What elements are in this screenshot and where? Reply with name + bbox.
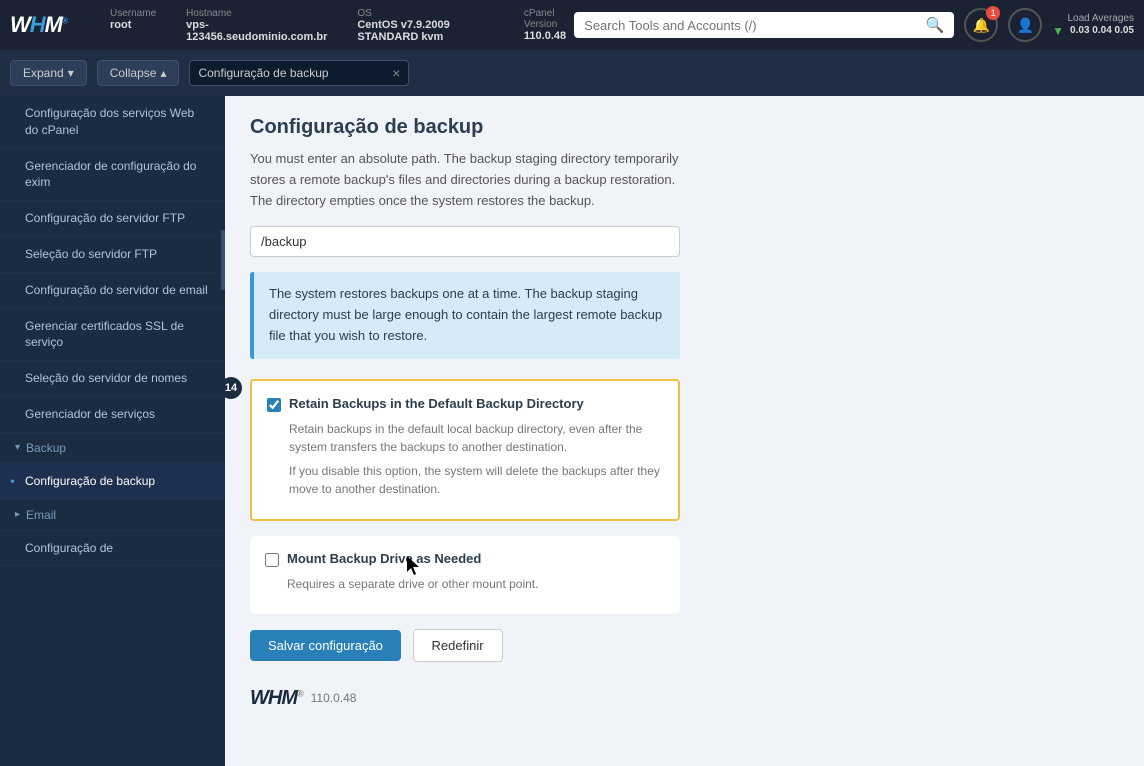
load-arrow-icon: ▼ [1052,24,1064,38]
sidebar-search-filter[interactable]: × [189,60,409,86]
load-label: Load Averages [1067,13,1134,24]
search-input[interactable] [584,18,919,33]
backup-path-input[interactable] [250,226,680,257]
mount-backup-section: Mount Backup Drive as Needed Requires a … [250,536,680,614]
sidebar-item-ftp-config[interactable]: Configuração do servidor FTP [0,201,225,237]
content-area: Configuração de backup You must enter an… [225,96,1144,766]
expand-button[interactable]: Expand ▾ [10,60,87,86]
server-meta: Username root Hostname vps-123456.seudom… [110,8,574,43]
os-label: OS [357,8,494,19]
expand-arrow-icon: ▾ [68,66,74,80]
mount-backup-label[interactable]: Mount Backup Drive as Needed [287,551,481,566]
sidebar-section-backup-label: Backup [26,441,66,455]
sidebar-section-email-label: Email [26,508,56,522]
collapse-label: Collapse [110,66,157,80]
notifications-button[interactable]: 🔔 1 [964,8,998,42]
info-box: The system restores backups one at a tim… [250,272,680,358]
sidebar-section-email[interactable]: ▸ Email [0,500,225,531]
section14-container: 14 Retain Backups in the Default Backup … [250,379,710,521]
load-averages: Load Averages ▼ 0.03 0.04 0.05 [1052,13,1134,38]
sidebar-item-backup-config-label: Configuração de backup [25,474,155,488]
clear-filter-button[interactable]: × [392,65,400,81]
info-box-text: The system restores backups one at a tim… [269,286,662,343]
retain-backups-checkbox[interactable] [267,398,281,412]
hostname-value: vps-123456.seudominio.com.br [186,19,327,43]
section-collapse-icon: ▾ [15,442,20,453]
retain-backups-desc2: If you disable this option, the system w… [289,462,663,498]
sidebar-item-exim[interactable]: Gerenciador de configuração do exim [0,149,225,202]
sidebar-item-email-config-label: Configuração de [25,541,113,555]
os-value: CentOS v7.9.2009 STANDARD kvm [357,19,494,43]
section-14-badge: 14 [225,377,242,399]
sidebar-item-ssl[interactable]: Gerenciar certificados SSL de serviço [0,309,225,362]
collapse-arrow-icon: ▴ [160,66,166,80]
search-bar[interactable]: 🔍 [574,12,954,38]
username-value: root [110,19,156,31]
os-meta: OS CentOS v7.9.2009 STANDARD kvm [357,8,494,43]
sidebar-item-webservices[interactable]: Configuração dos serviços Web do cPanel [0,96,225,149]
retain-backups-row: Retain Backups in the Default Backup Dir… [267,396,663,412]
cpanel-version-value: 110.0.48 [524,30,574,42]
sidebar-item-service-manager[interactable]: Gerenciador de serviços [0,397,225,433]
sidebar-item-backup-config[interactable]: Configuração de backup [0,464,225,500]
cpanel-version-meta: cPanel Version 110.0.48 [524,8,574,43]
hostname-label: Hostname [186,8,327,19]
topbar: WHM® Username root Hostname vps-123456.s… [0,0,1144,50]
mount-backup-checkbox[interactable] [265,553,279,567]
mount-backup-desc: Requires a separate drive or other mount… [287,575,665,593]
save-button[interactable]: Salvar configuração [250,630,401,661]
retain-backups-section: Retain Backups in the Default Backup Dir… [250,379,680,521]
secondbar: Expand ▾ Collapse ▴ × [0,50,1144,96]
mount-backup-row: Mount Backup Drive as Needed [265,551,665,567]
reset-button[interactable]: Redefinir [413,629,503,662]
notification-badge: 1 [986,6,1000,20]
sidebar-item-email-server[interactable]: Configuração do servidor de email [0,273,225,309]
username-label: Username [110,8,156,19]
footer: WHM® 110.0.48 [250,687,1119,710]
sidebar: Configuração dos serviços Web do cPanel … [0,96,225,766]
cpanel-version-label: cPanel Version [524,8,574,30]
sidebar-item-email-config[interactable]: Configuração de [0,531,225,567]
collapse-button[interactable]: Collapse ▴ [97,60,180,86]
footer-whm-logo: WHM® [250,687,303,710]
hostname-meta: Hostname vps-123456.seudominio.com.br [186,8,327,43]
sidebar-section-backup[interactable]: ▾ Backup [0,433,225,464]
topbar-right: 🔍 🔔 1 👤 Load Averages ▼ 0.03 0.04 0.05 [574,8,1134,42]
section-expand-icon: ▸ [15,509,20,520]
user-button[interactable]: 👤 [1008,8,1042,42]
whm-logo: WHM® [10,12,90,38]
search-button[interactable]: 🔍 [925,16,944,34]
retain-backups-desc1: Retain backups in the default local back… [289,420,663,456]
footer-version: 110.0.48 [311,691,357,705]
retain-backups-label[interactable]: Retain Backups in the Default Backup Dir… [289,396,584,411]
expand-label: Expand [23,66,64,80]
username-meta: Username root [110,8,156,43]
sidebar-item-ftp-select[interactable]: Seleção do servidor FTP [0,237,225,273]
page-title: Configuração de backup [250,116,1119,139]
scroll-indicator [221,230,225,290]
sidebar-filter-input[interactable] [198,66,386,80]
main-layout: Configuração dos serviços Web do cPanel … [0,96,1144,766]
sidebar-item-nameserver[interactable]: Seleção do servidor de nomes [0,361,225,397]
load-values: 0.03 0.04 0.05 [1070,25,1134,36]
form-buttons: Salvar configuração Redefinir [250,629,1119,662]
page-description: You must enter an absolute path. The bac… [250,149,680,211]
